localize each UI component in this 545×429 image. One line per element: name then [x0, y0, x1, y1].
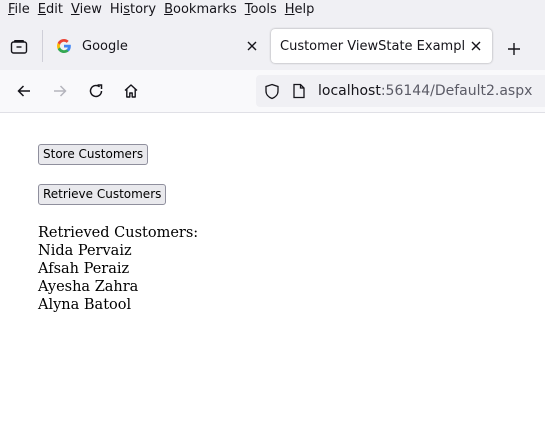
tab-google[interactable]: Google: [44, 29, 268, 63]
close-icon: [247, 41, 257, 51]
back-button[interactable]: [10, 77, 38, 105]
customer-name: Alyna Batool: [38, 297, 132, 313]
forward-arrow-icon: [54, 85, 67, 97]
google-favicon-icon: [57, 39, 71, 53]
customer-name: Ayesha Zahra: [38, 279, 139, 295]
store-customers-button[interactable]: Store Customers: [38, 144, 149, 165]
menu-help[interactable]: Help: [281, 0, 319, 22]
close-icon: [471, 41, 481, 51]
menu-bar: File Edit View History Bookmarks Tools H…: [0, 0, 545, 22]
plus-icon: [508, 43, 520, 55]
menu-edit[interactable]: Edit: [34, 0, 67, 22]
tab-customer-viewstate[interactable]: Customer ViewState Example: [271, 29, 492, 63]
customer-name: Afsah Peraiz: [38, 261, 130, 277]
tab-google-title: Google: [82, 38, 128, 54]
reload-icon: [89, 84, 103, 98]
result-heading: Retrieved Customers:: [38, 225, 199, 241]
retrieved-customers-output: Retrieved Customers: Nida Pervaiz Afsah …: [38, 224, 198, 314]
page-content: Store Customers Retrieve Customers Retri…: [0, 113, 545, 429]
tab-bar: Google Customer ViewState Example: [0, 22, 545, 70]
customer-name: Nida Pervaiz: [38, 243, 132, 259]
menu-view[interactable]: View: [67, 0, 106, 22]
tab-separator: [42, 30, 43, 62]
home-icon: [124, 84, 138, 98]
forward-button[interactable]: [46, 77, 74, 105]
menu-bookmarks[interactable]: Bookmarks: [160, 0, 241, 22]
home-button[interactable]: [117, 77, 145, 105]
url-path: :56144/Default2.aspx: [380, 83, 533, 99]
url-host: localhost: [318, 83, 381, 99]
tab-active-title: Customer ViewState Example: [280, 38, 464, 54]
menu-history[interactable]: History: [106, 0, 160, 22]
page-icon: [293, 83, 305, 99]
back-arrow-icon: [17, 85, 30, 97]
url-text: localhost:56144/Default2.aspx: [318, 75, 532, 107]
retrieve-customers-button[interactable]: Retrieve Customers: [38, 184, 167, 205]
menu-file[interactable]: File: [4, 0, 34, 22]
tab-active-close-button[interactable]: [464, 34, 488, 58]
firefox-view-button[interactable]: [6, 34, 32, 60]
address-bar[interactable]: localhost:56144/Default2.aspx: [256, 75, 545, 107]
shield-icon: [265, 83, 279, 100]
navigation-toolbar: localhost:56144/Default2.aspx: [0, 70, 545, 113]
menu-tools[interactable]: Tools: [241, 0, 281, 22]
reload-button[interactable]: [82, 77, 110, 105]
firefox-view-icon: [10, 40, 28, 54]
new-tab-button[interactable]: [502, 37, 526, 61]
tab-google-close-button[interactable]: [240, 34, 264, 58]
